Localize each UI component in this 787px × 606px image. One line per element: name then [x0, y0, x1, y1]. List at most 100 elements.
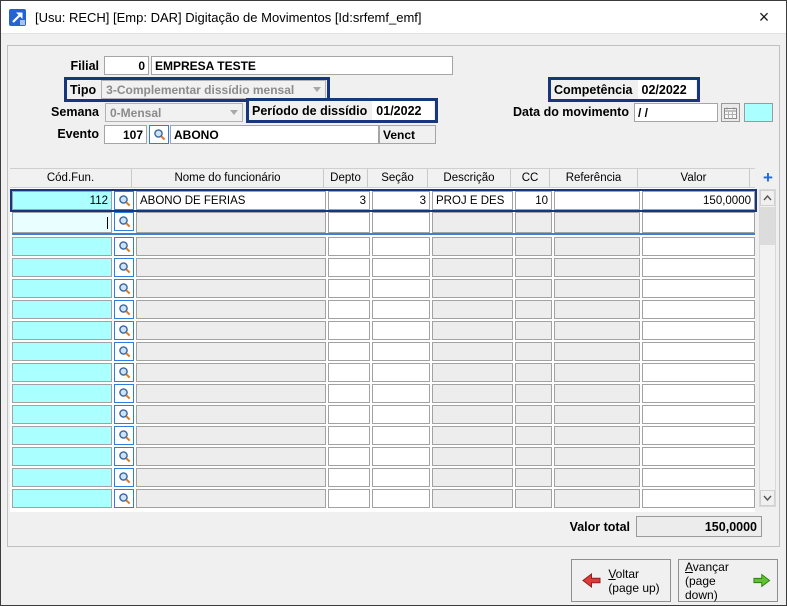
cod-fun-cell[interactable] [12, 426, 112, 445]
referencia-cell[interactable] [554, 258, 640, 277]
nome-funcionario-cell[interactable] [136, 321, 326, 340]
table-row[interactable] [12, 321, 755, 340]
secao-cell[interactable] [372, 426, 430, 445]
depto-cell[interactable] [328, 468, 370, 487]
secao-cell[interactable] [372, 468, 430, 487]
table-row[interactable] [12, 384, 755, 403]
descricao-cell[interactable] [432, 258, 513, 277]
cc-cell[interactable] [515, 258, 552, 277]
valor-cell[interactable] [642, 363, 755, 382]
employee-lookup-button[interactable] [114, 279, 134, 298]
nome-funcionario-cell[interactable] [136, 237, 326, 256]
employee-lookup-button[interactable] [114, 321, 134, 340]
referencia-cell[interactable] [554, 447, 640, 466]
close-button[interactable]: × [750, 4, 778, 30]
secao-cell[interactable] [372, 447, 430, 466]
scrollbar-thumb[interactable] [760, 207, 775, 245]
calendar-button[interactable] [721, 103, 740, 122]
valor-cell[interactable] [642, 405, 755, 424]
valor-cell[interactable] [642, 321, 755, 340]
secao-cell[interactable] [372, 342, 430, 361]
descricao-cell[interactable] [432, 279, 513, 298]
cod-fun-cell[interactable] [12, 342, 112, 361]
cc-cell[interactable] [515, 300, 552, 319]
valor-cell[interactable] [642, 489, 755, 508]
valor-cell[interactable] [642, 468, 755, 487]
nome-funcionario-cell[interactable]: ABONO DE FERIAS [136, 191, 326, 210]
table-row[interactable] [12, 342, 755, 361]
depto-cell[interactable] [328, 426, 370, 445]
referencia-cell[interactable] [554, 237, 640, 256]
table-row[interactable] [12, 258, 755, 277]
depto-cell[interactable] [328, 321, 370, 340]
evento-lookup-button[interactable] [149, 125, 169, 144]
descricao-cell[interactable] [432, 468, 513, 487]
descricao-cell[interactable] [432, 300, 513, 319]
descricao-cell[interactable] [432, 237, 513, 256]
referencia-cell[interactable] [554, 468, 640, 487]
cod-fun-cell[interactable] [12, 300, 112, 319]
cod-fun-cell[interactable] [12, 405, 112, 424]
competencia-field[interactable]: 02/2022 [637, 80, 696, 99]
table-row[interactable]: 112 ABONO DE FERIAS 3 3 PROJ E DES 10 15… [12, 191, 755, 210]
add-row-button[interactable]: + [759, 168, 777, 187]
nome-funcionario-cell[interactable] [136, 384, 326, 403]
valor-cell[interactable] [642, 212, 755, 233]
cod-fun-cell[interactable] [12, 384, 112, 403]
secao-cell[interactable]: 3 [372, 191, 430, 210]
depto-cell[interactable] [328, 489, 370, 508]
cod-fun-cell[interactable] [12, 468, 112, 487]
secao-cell[interactable] [372, 405, 430, 424]
evento-code-field[interactable]: 107 [104, 125, 147, 144]
employee-lookup-button[interactable] [114, 258, 134, 277]
nome-funcionario-cell[interactable] [136, 405, 326, 424]
depto-cell[interactable] [328, 300, 370, 319]
periodo-dissidio-field[interactable]: 01/2022 [372, 101, 434, 120]
cod-fun-cell[interactable] [12, 237, 112, 256]
depto-cell[interactable] [328, 405, 370, 424]
employee-lookup-button[interactable] [114, 342, 134, 361]
cod-fun-cell[interactable] [12, 279, 112, 298]
secao-cell[interactable] [372, 321, 430, 340]
cod-fun-cell[interactable]: 112 [12, 191, 112, 210]
voltar-button[interactable]: Voltar (page up) [571, 559, 671, 602]
descricao-cell[interactable]: PROJ E DES [432, 191, 513, 210]
employee-lookup-button[interactable] [114, 468, 134, 487]
depto-cell[interactable] [328, 363, 370, 382]
cc-cell[interactable] [515, 212, 552, 233]
secao-cell[interactable] [372, 279, 430, 298]
cod-fun-cell[interactable] [12, 447, 112, 466]
valor-cell[interactable] [642, 258, 755, 277]
semana-dropdown[interactable]: 0-Mensal [105, 103, 243, 122]
employee-lookup-button[interactable] [114, 405, 134, 424]
cc-cell[interactable] [515, 237, 552, 256]
nome-funcionario-cell[interactable] [136, 300, 326, 319]
depto-cell[interactable]: 3 [328, 191, 370, 210]
grid-scrollbar[interactable] [759, 189, 776, 507]
depto-cell[interactable] [328, 258, 370, 277]
depto-cell[interactable] [328, 212, 370, 233]
cc-cell[interactable] [515, 405, 552, 424]
table-row[interactable] [12, 405, 755, 424]
descricao-cell[interactable] [432, 384, 513, 403]
cod-fun-cell[interactable] [12, 321, 112, 340]
scroll-up-button[interactable] [760, 190, 775, 206]
employee-lookup-button[interactable] [114, 212, 134, 231]
table-row[interactable] [12, 489, 755, 508]
employee-lookup-button[interactable] [114, 300, 134, 319]
filial-code-field[interactable]: 0 [104, 56, 149, 75]
referencia-cell[interactable] [554, 279, 640, 298]
descricao-cell[interactable] [432, 342, 513, 361]
secao-cell[interactable] [372, 384, 430, 403]
valor-cell[interactable] [642, 384, 755, 403]
table-row[interactable] [12, 237, 755, 256]
valor-cell[interactable] [642, 426, 755, 445]
nome-funcionario-cell[interactable] [136, 342, 326, 361]
scroll-down-button[interactable] [760, 490, 775, 506]
tipo-dropdown[interactable]: 3-Complementar dissídio mensal [101, 80, 326, 99]
employee-lookup-button[interactable] [114, 447, 134, 466]
descricao-cell[interactable] [432, 426, 513, 445]
referencia-cell[interactable] [554, 363, 640, 382]
employee-lookup-button[interactable] [114, 363, 134, 382]
referencia-cell[interactable] [554, 191, 640, 210]
